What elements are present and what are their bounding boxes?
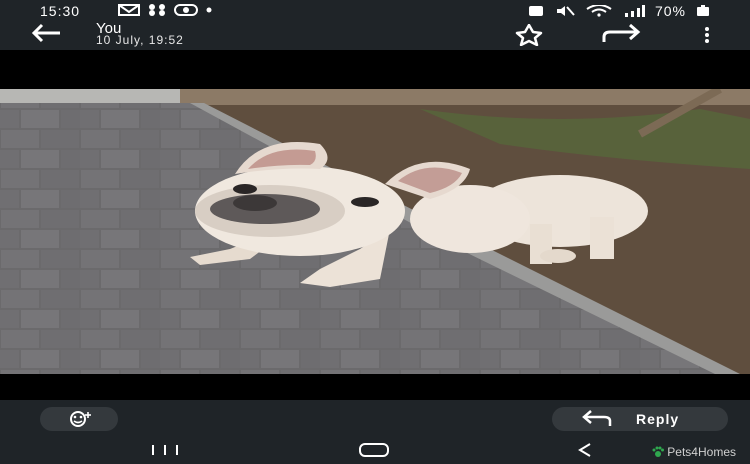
notification-icons bbox=[118, 4, 214, 16]
back-icon[interactable] bbox=[576, 442, 594, 458]
wifi-icon bbox=[586, 5, 612, 17]
battery-percent: 70% bbox=[654, 3, 686, 19]
system-icons: 70% bbox=[527, 3, 710, 19]
alarm-icon bbox=[528, 6, 543, 16]
spotify-icon bbox=[174, 4, 198, 16]
status-bar: 15:30 70% bbox=[0, 0, 750, 22]
recents-icon[interactable] bbox=[150, 442, 180, 458]
paw-icon bbox=[652, 446, 665, 457]
mute-icon bbox=[556, 6, 575, 16]
message-timestamp: 10 July, 19:52 bbox=[96, 33, 184, 47]
reply-arrow-icon bbox=[582, 410, 612, 426]
emoji-reaction-button[interactable] bbox=[40, 407, 118, 431]
dot-icon bbox=[206, 7, 212, 13]
emoji-add-icon bbox=[70, 411, 91, 427]
system-nav-bar: Pets4Homes bbox=[0, 436, 750, 464]
pinwheel-icon bbox=[149, 4, 165, 16]
battery-icon bbox=[697, 5, 709, 16]
watermark: Pets4Homes bbox=[652, 445, 736, 459]
photo-dog-icon[interactable] bbox=[0, 89, 750, 374]
back-arrow-icon[interactable] bbox=[30, 22, 64, 48]
reply-button[interactable]: Reply bbox=[552, 407, 728, 431]
message-header: You 10 July, 19:52 bbox=[0, 21, 750, 50]
watermark-text: Pets4Homes bbox=[667, 445, 736, 459]
status-time: 15:30 bbox=[40, 3, 81, 19]
gmail-icon bbox=[118, 4, 140, 16]
reply-label: Reply bbox=[636, 411, 680, 427]
star-icon[interactable] bbox=[512, 24, 546, 46]
forward-icon[interactable] bbox=[600, 24, 644, 46]
reply-bar: Reply bbox=[0, 400, 750, 436]
more-vert-icon[interactable] bbox=[698, 24, 716, 46]
home-icon[interactable] bbox=[358, 442, 390, 458]
signal-icon bbox=[624, 5, 645, 17]
